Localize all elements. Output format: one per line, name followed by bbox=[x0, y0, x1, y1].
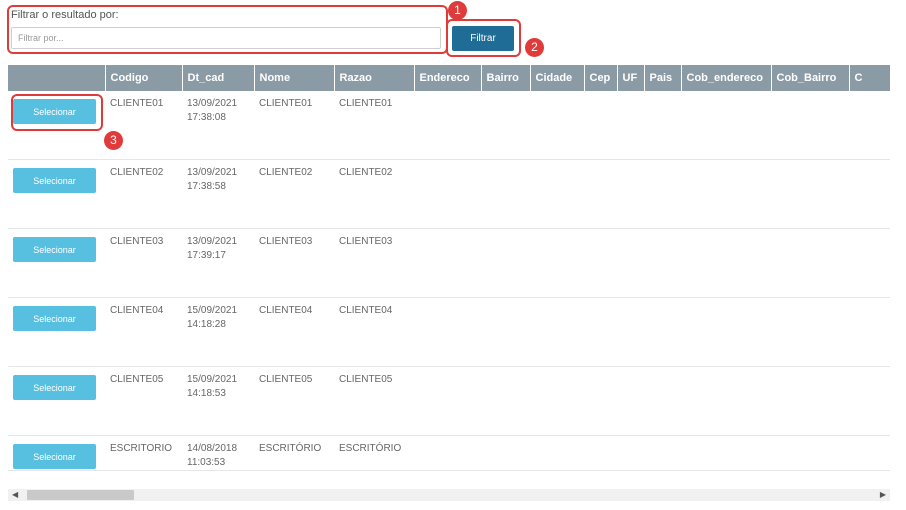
codigo-cell: CLIENTE02 bbox=[105, 159, 182, 229]
col-header-dt-cad[interactable]: Dt_cad bbox=[182, 65, 255, 91]
horizontal-scrollbar[interactable]: ◀ ▶ bbox=[8, 489, 890, 501]
dt-cad-cell: 15/09/2021 14:18:28 bbox=[182, 297, 254, 367]
arrow-left-icon[interactable]: ◀ bbox=[12, 489, 18, 501]
dt-cad-time: 14:18:53 bbox=[187, 388, 226, 399]
col-header-select bbox=[8, 65, 106, 91]
dt-cad-cell: 15/09/2021 14:18:53 bbox=[182, 366, 254, 436]
col-header-nome[interactable]: Nome bbox=[254, 65, 335, 91]
razao-cell: CLIENTE04 bbox=[334, 297, 414, 367]
highlight-filtrar-button bbox=[446, 19, 521, 57]
scrollbar-thumb[interactable] bbox=[27, 490, 134, 500]
table-row: Selecionar CLIENTE03 13/09/2021 17:39:17 … bbox=[8, 228, 890, 298]
table-header-row: Codigo Dt_cad Nome Razao Endereco Bairro… bbox=[8, 65, 890, 91]
dt-cad-date: 13/09/2021 bbox=[187, 236, 238, 247]
select-cell: Selecionar bbox=[8, 159, 105, 229]
dt-cad-cell: 13/09/2021 17:38:58 bbox=[182, 159, 254, 229]
annotation-badge-1: 1 bbox=[448, 1, 467, 20]
col-header-cep[interactable]: Cep bbox=[584, 65, 618, 91]
nome-cell: CLIENTE02 bbox=[254, 159, 334, 229]
select-button[interactable]: Selecionar bbox=[13, 306, 96, 331]
dt-cad-date: 15/09/2021 bbox=[187, 374, 238, 385]
select-cell: Selecionar bbox=[8, 366, 105, 436]
select-button[interactable]: Selecionar bbox=[13, 444, 96, 469]
dt-cad-date: 13/09/2021 bbox=[187, 167, 238, 178]
codigo-cell: ESCRITORIO bbox=[105, 435, 182, 470]
dt-cad-time: 17:38:58 bbox=[187, 181, 226, 192]
razao-cell: CLIENTE03 bbox=[334, 228, 414, 298]
table-row: Selecionar CLIENTE04 15/09/2021 14:18:28 … bbox=[8, 297, 890, 367]
col-header-codigo[interactable]: Codigo bbox=[105, 65, 183, 91]
annotation-badge-3: 3 bbox=[104, 131, 123, 150]
nome-cell: CLIENTE01 bbox=[259, 98, 313, 109]
select-button[interactable]: Selecionar bbox=[13, 375, 96, 400]
dt-cad-date: 15/09/2021 bbox=[187, 305, 238, 316]
results-table-container: Codigo Dt_cad Nome Razao Endereco Bairro… bbox=[8, 65, 890, 471]
nome-cell: CLIENTE05 bbox=[254, 366, 334, 436]
razao-cell: CLIENTE05 bbox=[334, 366, 414, 436]
razao-cell: CLIENTE02 bbox=[334, 159, 414, 229]
select-cell: Selecionar bbox=[8, 228, 105, 298]
highlight-select-button bbox=[11, 94, 103, 131]
codigo-cell: CLIENTE03 bbox=[105, 228, 182, 298]
nome-cell: CLIENTE03 bbox=[254, 228, 334, 298]
select-cell: Selecionar bbox=[8, 435, 105, 470]
dt-cad-time: 17:38:08 bbox=[187, 112, 226, 123]
nome-cell: CLIENTE04 bbox=[254, 297, 334, 367]
col-header-cob-cidade[interactable]: C bbox=[849, 65, 890, 91]
dt-cad-time: 14:18:28 bbox=[187, 319, 226, 330]
annotation-badge-2: 2 bbox=[525, 38, 544, 57]
results-table: Codigo Dt_cad Nome Razao Endereco Bairro… bbox=[8, 65, 890, 470]
dt-cad-cell: 13/09/2021 17:39:17 bbox=[182, 228, 254, 298]
col-header-razao[interactable]: Razao bbox=[334, 65, 415, 91]
codigo-cell: CLIENTE04 bbox=[105, 297, 182, 367]
dt-cad-date: 13/09/2021 bbox=[187, 98, 238, 109]
dt-cad-cell: 13/09/2021 17:38:08 bbox=[182, 91, 254, 160]
nome-cell: ESCRITÓRIO bbox=[254, 435, 334, 470]
col-header-cidade[interactable]: Cidade bbox=[530, 65, 585, 91]
select-cell: Selecionar bbox=[8, 297, 105, 367]
dt-cad-time: 17:39:17 bbox=[187, 250, 226, 261]
select-button[interactable]: Selecionar bbox=[13, 237, 96, 262]
dt-cad-cell: 14/08/2018 11:03:53 bbox=[182, 435, 254, 470]
table-row: Selecionar CLIENTE02 13/09/2021 17:38:58 … bbox=[8, 159, 890, 229]
table-row: Selecionar CLIENTE01 13/09/2021 17:38:08 … bbox=[8, 91, 890, 160]
col-header-uf[interactable]: UF bbox=[617, 65, 645, 91]
col-header-cob-bairro[interactable]: Cob_Bairro bbox=[771, 65, 850, 91]
razao-cell: CLIENTE01 bbox=[339, 98, 393, 109]
arrow-right-icon[interactable]: ▶ bbox=[880, 489, 886, 501]
col-header-cob-endereco[interactable]: Cob_endereco bbox=[681, 65, 772, 91]
dt-cad-date: 14/08/2018 bbox=[187, 443, 238, 454]
table-row: Selecionar CLIENTE05 15/09/2021 14:18:53 … bbox=[8, 366, 890, 436]
col-header-bairro[interactable]: Bairro bbox=[481, 65, 531, 91]
codigo-cell: CLIENTE05 bbox=[105, 366, 182, 436]
col-header-endereco[interactable]: Endereco bbox=[414, 65, 482, 91]
razao-cell: ESCRITÓRIO bbox=[334, 435, 414, 470]
highlight-filter-area bbox=[7, 5, 448, 54]
col-header-pais[interactable]: Pais bbox=[644, 65, 682, 91]
table-row: Selecionar ESCRITORIO 14/08/2018 11:03:53… bbox=[8, 435, 890, 470]
select-button[interactable]: Selecionar bbox=[13, 168, 96, 193]
dt-cad-time: 11:03:53 bbox=[187, 457, 226, 468]
